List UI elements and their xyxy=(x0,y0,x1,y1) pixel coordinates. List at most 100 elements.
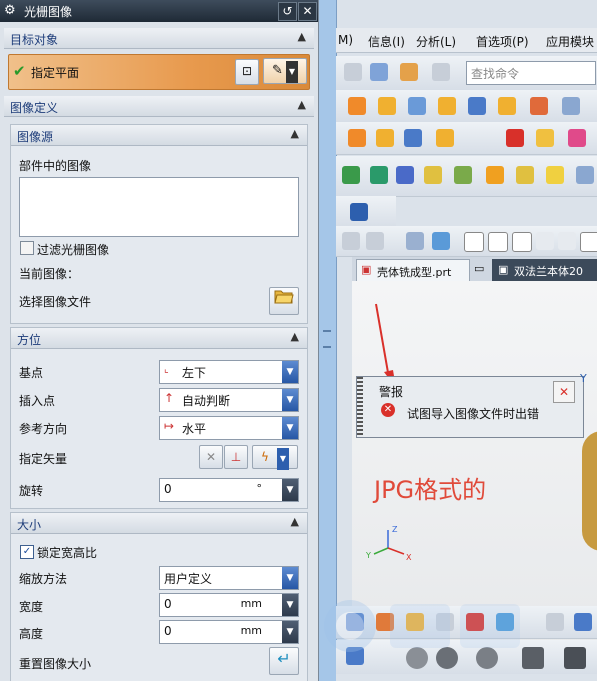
list-icon[interactable] xyxy=(424,166,442,184)
section-image-source[interactable]: 图像源 ▲ xyxy=(11,125,307,146)
close-icon[interactable]: ✕ xyxy=(553,381,575,403)
star-icon[interactable] xyxy=(516,166,534,184)
boss-icon[interactable] xyxy=(376,129,394,147)
ref-direction-select[interactable]: ↦ 水平 ▼ xyxy=(159,416,299,440)
menu-m[interactable]: M) xyxy=(338,33,353,47)
menu-preferences[interactable]: 首选项(P) xyxy=(476,33,529,50)
base-point-select[interactable]: ⌞ 左下 ▼ xyxy=(159,360,299,384)
document-icon: ▭ xyxy=(474,262,485,275)
chevron-down-icon[interactable]: ▼ xyxy=(282,567,298,589)
insert-point-select[interactable]: ↑ 自动判断 ▼ xyxy=(159,388,299,412)
svg-text:Y: Y xyxy=(365,551,371,560)
plane-type-dropdown[interactable]: ✎ ▼ xyxy=(263,58,307,84)
splitter-bar[interactable] xyxy=(319,0,337,681)
reset-size-button[interactable]: ↵ xyxy=(269,647,299,675)
select-icon[interactable] xyxy=(370,63,388,81)
check-icon: ✔ xyxy=(13,62,26,80)
collapse-icon[interactable]: ▲ xyxy=(298,30,306,43)
shape-icon[interactable] xyxy=(530,97,548,115)
face-icon[interactable] xyxy=(536,129,554,147)
drag-grip[interactable] xyxy=(357,377,363,437)
feature-icon[interactable] xyxy=(348,97,366,115)
groove-icon[interactable] xyxy=(436,129,454,147)
grid-icon[interactable] xyxy=(464,232,484,252)
center-icon[interactable] xyxy=(580,232,597,252)
plane-dialog-button[interactable]: ⊡ xyxy=(235,59,259,85)
chevron-down-icon[interactable]: ▼ xyxy=(282,479,298,501)
view-icon[interactable] xyxy=(406,232,424,250)
body-icon[interactable] xyxy=(568,129,586,147)
annotation-text: JPG格式的 xyxy=(374,476,487,504)
collapse-icon[interactable]: ▲ xyxy=(291,127,299,140)
cube-icon[interactable] xyxy=(498,97,516,115)
copy-icon[interactable] xyxy=(486,166,504,184)
menu-list-icon[interactable] xyxy=(350,203,368,221)
solid-cube-icon[interactable] xyxy=(506,129,524,147)
splitter-grip[interactable] xyxy=(323,330,331,348)
toolbar-row-5 xyxy=(336,196,396,229)
chevron-down-icon[interactable]: ▼ xyxy=(282,594,298,616)
section-target[interactable]: 目标对象 ▲ xyxy=(4,28,314,49)
tab-part-2[interactable]: ▣ 双法兰本体20 xyxy=(492,259,597,281)
image-source-panel: 图像源 ▲ 部件中的图像 过滤光栅图像 当前图像： 选择图像文件 xyxy=(10,124,308,324)
chevron-down-icon[interactable]: ▼ xyxy=(282,361,298,383)
chevron-down-icon[interactable]: ▼ xyxy=(282,621,298,643)
section-size[interactable]: 大小 ▲ xyxy=(11,513,307,534)
rotation-input[interactable]: 0 ° ▼ xyxy=(159,478,299,502)
snap-point-icon[interactable] xyxy=(342,232,360,250)
surface-icon[interactable] xyxy=(370,166,388,184)
width-input[interactable]: 0 mm ▼ xyxy=(159,593,299,617)
return-icon: ↵ xyxy=(277,649,291,668)
dialog-title: 光栅图像 xyxy=(24,5,73,19)
vector-type-dropdown[interactable]: ϟ ▼ xyxy=(252,445,298,470)
open-folder-button[interactable] xyxy=(269,287,299,315)
dropdown-icon[interactable] xyxy=(344,63,362,81)
box-select-icon[interactable] xyxy=(366,232,384,250)
equal-icon[interactable] xyxy=(432,63,450,81)
collapse-icon[interactable]: ▲ xyxy=(298,98,306,111)
extrude-icon[interactable] xyxy=(408,97,426,115)
measure-icon[interactable] xyxy=(562,97,580,115)
tangent-icon[interactable] xyxy=(558,232,576,250)
more-icon[interactable] xyxy=(576,166,594,184)
prt-icon[interactable] xyxy=(396,166,414,184)
vector-dialog-button[interactable]: ⊥ xyxy=(224,445,248,469)
filter-checkbox[interactable] xyxy=(20,241,34,255)
section-orientation[interactable]: 方位 ▲ xyxy=(11,328,307,349)
close-icon[interactable]: ✕ xyxy=(298,2,317,21)
command-search-input[interactable]: 查找命令 xyxy=(466,61,596,85)
diagonal-icon[interactable] xyxy=(512,232,532,252)
book-icon[interactable] xyxy=(468,97,486,115)
status-strip xyxy=(336,674,597,681)
collapse-icon[interactable]: ▲ xyxy=(291,515,299,528)
part-images-list[interactable] xyxy=(19,177,299,237)
chevron-down-icon[interactable]: ▼ xyxy=(282,389,298,411)
collapse-icon[interactable]: ▲ xyxy=(291,330,299,343)
arc-icon[interactable] xyxy=(536,232,554,250)
cylinder-icon[interactable] xyxy=(404,129,422,147)
curve-icon[interactable] xyxy=(342,166,360,184)
snap-icon[interactable] xyxy=(400,63,418,81)
tab-part-1[interactable]: ▣ 壳体铣成型.prt xyxy=(356,259,470,283)
array-icon[interactable] xyxy=(378,97,396,115)
lock-aspect-checkbox[interactable]: ✓ xyxy=(20,545,34,559)
height-input[interactable]: 0 mm ▼ xyxy=(159,620,299,644)
shade-icon[interactable] xyxy=(432,232,450,250)
assembly-icon[interactable] xyxy=(546,166,564,184)
hole-icon[interactable] xyxy=(348,129,366,147)
specify-plane-row[interactable]: ✔ 指定平面 ⊡ ✎ ▼ xyxy=(8,54,310,90)
line-icon[interactable] xyxy=(488,232,508,252)
menu-info[interactable]: 信息(I) xyxy=(368,33,405,50)
reverse-vector-button[interactable]: ✕ xyxy=(199,445,223,469)
size-panel: 大小 ▲ ✓ 锁定宽高比 缩放方法 用户定义 ▼ 宽度 0 mm ▼ 高度 0 … xyxy=(10,512,308,681)
chevron-down-icon[interactable]: ▼ xyxy=(282,417,298,439)
layer-icon[interactable] xyxy=(454,166,472,184)
block-icon[interactable] xyxy=(438,97,456,115)
menu-analysis[interactable]: 分析(L) xyxy=(416,33,456,50)
reset-icon[interactable]: ↺ xyxy=(278,2,297,21)
menu-application[interactable]: 应用模块 xyxy=(546,33,594,50)
gear-icon[interactable]: ⚙ xyxy=(4,3,16,18)
scale-method-select[interactable]: 用户定义 ▼ xyxy=(159,566,299,590)
section-image-definition[interactable]: 图像定义 ▲ xyxy=(4,96,314,117)
svg-text:Z: Z xyxy=(392,525,398,534)
